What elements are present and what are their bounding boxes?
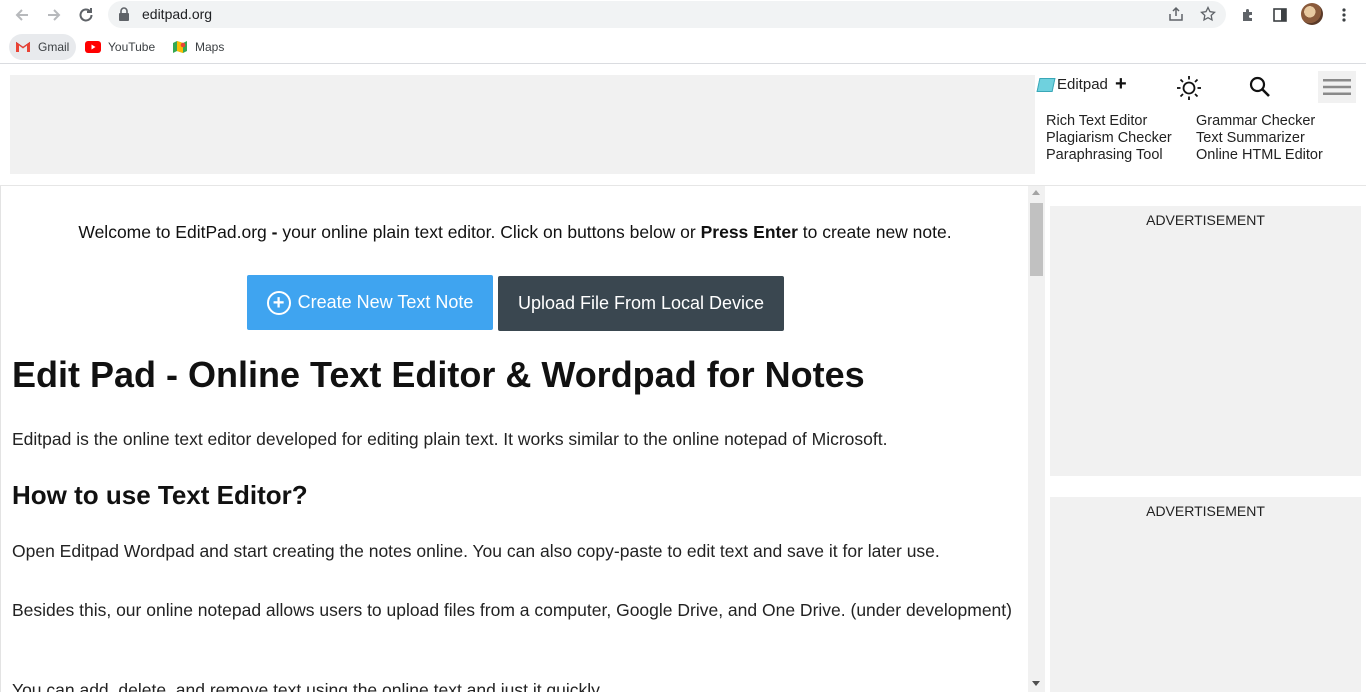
bookmarks-bar: Gmail YouTube Maps xyxy=(0,30,1366,64)
maps-icon xyxy=(172,39,188,55)
brand-name: Editpad xyxy=(1057,76,1108,93)
sidebar-advertisement-1: ADVERTISEMENT xyxy=(1050,206,1361,476)
menu-icon xyxy=(1323,79,1351,95)
howto-paragraph-3: You can add, delete, and remove text usi… xyxy=(12,680,604,692)
bookmark-maps[interactable]: Maps xyxy=(166,34,231,60)
upload-file-button[interactable]: Upload File From Local Device xyxy=(498,276,784,331)
bookmark-gmail[interactable]: Gmail xyxy=(9,34,77,60)
page-title: Edit Pad - Online Text Editor & Wordpad … xyxy=(12,354,865,395)
reload-icon xyxy=(79,8,93,22)
new-note-plus-button[interactable]: + xyxy=(1115,73,1127,96)
scroll-down-arrow-icon[interactable] xyxy=(1032,681,1040,686)
site-logo[interactable]: Editpad xyxy=(1036,76,1108,93)
main-scrollbar[interactable] xyxy=(1028,186,1045,692)
page-content: Editpad + Rich Text Editor Plagiarism Ch… xyxy=(0,65,1366,692)
url-text: editpad.org xyxy=(142,6,213,22)
bookmark-label: Gmail xyxy=(38,40,70,54)
share-icon xyxy=(1169,6,1183,21)
sidebar-advertisement-2: ADVERTISEMENT xyxy=(1050,497,1361,692)
gmail-icon xyxy=(15,39,31,55)
scroll-up-arrow-icon[interactable] xyxy=(1032,190,1040,195)
tool-link-online-html-editor[interactable]: Online HTML Editor xyxy=(1196,147,1323,164)
welcome-text-start: Welcome to EditPad.org xyxy=(78,222,272,242)
howto-paragraph-1: Open Editpad Wordpad and start creating … xyxy=(12,541,940,561)
tools-links-right: Grammar Checker Text Summarizer Online H… xyxy=(1196,113,1323,164)
forward-button[interactable] xyxy=(42,3,66,27)
howto-heading: How to use Text Editor? xyxy=(12,480,308,510)
profile-avatar[interactable] xyxy=(1301,3,1323,25)
welcome-text-middle: your online plain text editor. Click on … xyxy=(277,222,701,242)
tool-link-plagiarism-checker[interactable]: Plagiarism Checker xyxy=(1046,130,1172,147)
reload-button[interactable] xyxy=(74,3,98,27)
tool-link-paraphrasing-tool[interactable]: Paraphrasing Tool xyxy=(1046,147,1172,164)
notepad-logo-icon xyxy=(1036,77,1056,92)
howto-paragraph-2: Besides this, our online notepad allows … xyxy=(12,600,1012,620)
tool-link-text-summarizer[interactable]: Text Summarizer xyxy=(1196,130,1323,147)
plus-circle-icon: + xyxy=(266,290,291,315)
press-enter-hint: Press Enter xyxy=(700,222,798,242)
browser-menu-button[interactable] xyxy=(1332,3,1356,27)
top-advertisement xyxy=(10,75,1035,174)
welcome-message: Welcome to EditPad.org - your online pla… xyxy=(1,222,1028,243)
main-content: Welcome to EditPad.org - your online pla… xyxy=(0,186,1028,692)
bookmark-youtube[interactable]: YouTube xyxy=(79,34,162,60)
bookmark-label: YouTube xyxy=(108,40,156,54)
browser-toolbar: editpad.org xyxy=(0,0,1366,30)
create-button-label: Create New Text Note xyxy=(297,292,474,312)
bookmark-label: Maps xyxy=(195,40,225,54)
side-panel-icon xyxy=(1273,8,1287,22)
extensions-button[interactable] xyxy=(1236,3,1260,27)
puzzle-icon xyxy=(1243,9,1252,21)
create-new-text-note-button[interactable]: + Create New Text Note xyxy=(247,275,493,330)
star-icon xyxy=(1200,6,1216,22)
hamburger-menu-button[interactable] xyxy=(1318,71,1356,103)
arrow-right-icon xyxy=(48,9,61,21)
back-button[interactable] xyxy=(10,3,34,27)
tools-links-left: Rich Text Editor Plagiarism Checker Para… xyxy=(1046,113,1172,164)
advertisement-label: ADVERTISEMENT xyxy=(1146,503,1265,519)
advertisement-label: ADVERTISEMENT xyxy=(1146,212,1265,228)
arrow-left-icon xyxy=(15,9,28,21)
share-button[interactable] xyxy=(1165,3,1187,25)
bookmark-star-button[interactable] xyxy=(1197,3,1219,25)
intro-paragraph: Editpad is the online text editor develo… xyxy=(12,429,888,449)
search-button[interactable] xyxy=(1248,75,1272,99)
theme-toggle-button[interactable] xyxy=(1176,75,1202,101)
welcome-text-end: to create new note. xyxy=(797,222,952,242)
more-vert-icon xyxy=(1342,8,1346,22)
tool-link-rich-text-editor[interactable]: Rich Text Editor xyxy=(1046,113,1172,130)
tool-link-grammar-checker[interactable]: Grammar Checker xyxy=(1196,113,1323,130)
sun-icon xyxy=(1177,76,1201,100)
address-bar[interactable]: editpad.org xyxy=(108,1,1226,28)
scroll-thumb[interactable] xyxy=(1030,203,1043,276)
youtube-icon xyxy=(85,39,101,55)
side-panel-button[interactable] xyxy=(1268,3,1292,27)
lock-icon xyxy=(118,7,130,26)
search-icon xyxy=(1249,76,1270,97)
upload-button-label: Upload File From Local Device xyxy=(517,293,765,313)
